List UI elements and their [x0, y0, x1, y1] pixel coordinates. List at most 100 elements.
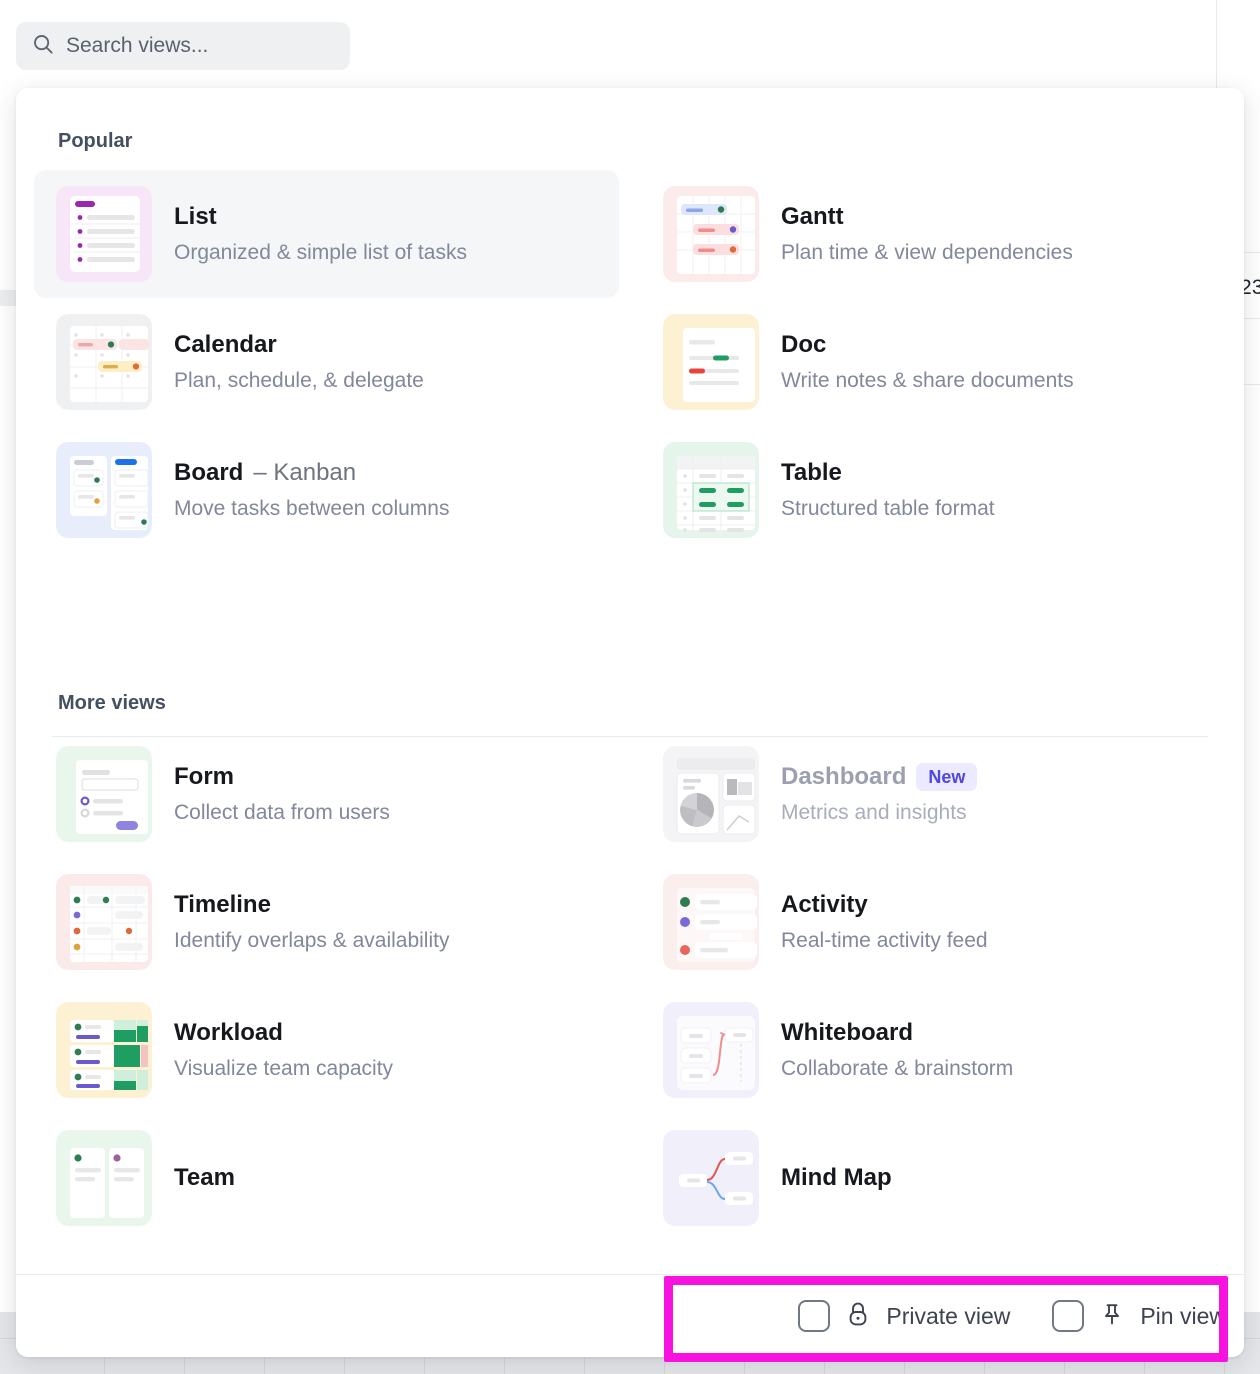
private-view-checkbox[interactable]: [798, 1300, 830, 1332]
view-option-title-text: Table: [781, 458, 842, 488]
view-option-description: Move tasks between columns: [174, 495, 449, 522]
gantt-thumbnail-icon: [663, 186, 759, 282]
view-option-description: Structured table format: [781, 495, 995, 522]
view-option-description: Plan, schedule, & delegate: [174, 367, 424, 394]
popular-views-grid: List Organized & simple list of tasks Gan…: [34, 170, 1226, 554]
view-option-title-text: Activity: [781, 890, 868, 920]
search-views-field[interactable]: [16, 22, 350, 70]
view-option-title: Mind Map: [781, 1163, 892, 1193]
pin-view-checkbox[interactable]: [1052, 1300, 1084, 1332]
activity-thumbnail-icon: [663, 874, 759, 970]
search-icon: [32, 33, 54, 60]
view-option-board[interactable]: Board – Kanban Move tasks between columns: [34, 426, 619, 554]
dashboard-thumbnail-icon: [663, 746, 759, 842]
view-option-text: Table Structured table format: [781, 458, 995, 522]
popover-footer: Private view Pin view: [16, 1274, 1244, 1357]
view-option-timeline[interactable]: Timeline Identify overlaps & availability: [34, 858, 619, 986]
view-option-workload[interactable]: Workload Visualize team capacity: [34, 986, 619, 1114]
view-option-team[interactable]: Team: [34, 1114, 619, 1242]
view-option-title-text: Calendar: [174, 330, 277, 360]
view-option-description: Organized & simple list of tasks: [174, 239, 467, 266]
view-option-title-suffix: – Kanban: [253, 458, 356, 488]
view-option-text: Gantt Plan time & view dependencies: [781, 202, 1073, 266]
new-badge: New: [916, 763, 977, 791]
view-option-title: Table: [781, 458, 995, 488]
view-option-title-text: Team: [174, 1163, 235, 1193]
board-thumbnail-icon: [56, 442, 152, 538]
view-option-description: Collaborate & brainstorm: [781, 1055, 1013, 1082]
view-option-title: Gantt: [781, 202, 1073, 232]
view-option-title-text: Board: [174, 458, 243, 488]
view-option-title-text: Doc: [781, 330, 826, 360]
calendar-thumbnail-icon: [56, 314, 152, 410]
view-option-text: Mind Map: [781, 1163, 892, 1193]
view-option-title: List: [174, 202, 467, 232]
view-option-text: Doc Write notes & share documents: [781, 330, 1074, 394]
view-option-description: Real-time activity feed: [781, 927, 988, 954]
view-option-title: Calendar: [174, 330, 424, 360]
more-views-section-title: More views: [58, 692, 166, 715]
view-option-calendar[interactable]: Calendar Plan, schedule, & delegate: [34, 298, 619, 426]
view-option-title: Doc: [781, 330, 1074, 360]
view-option-gantt[interactable]: Gantt Plan time & view dependencies: [641, 170, 1226, 298]
view-option-text: Board – Kanban Move tasks between columns: [174, 458, 449, 522]
pin-view-toggle[interactable]: Pin view: [1052, 1300, 1226, 1332]
view-option-title: Dashboard New: [781, 762, 977, 792]
view-option-title: Form: [174, 762, 390, 792]
view-option-text: List Organized & simple list of tasks: [174, 202, 467, 266]
view-option-doc[interactable]: Doc Write notes & share documents: [641, 298, 1226, 426]
view-option-title: Activity: [781, 890, 988, 920]
search-input[interactable]: [66, 34, 334, 58]
view-option-title: Workload: [174, 1018, 393, 1048]
view-option-dashboard: Dashboard New Metrics and insights: [641, 730, 1226, 858]
view-option-description: Plan time & view dependencies: [781, 239, 1073, 266]
view-option-title-text: Form: [174, 762, 234, 792]
view-option-title-text: List: [174, 202, 217, 232]
timeline-thumbnail-icon: [56, 874, 152, 970]
view-option-title-text: Dashboard: [781, 762, 906, 792]
view-option-title-text: Timeline: [174, 890, 271, 920]
form-thumbnail-icon: [56, 746, 152, 842]
view-option-description: Metrics and insights: [781, 799, 977, 826]
view-option-title: Board – Kanban: [174, 458, 449, 488]
view-option-form[interactable]: Form Collect data from users: [34, 730, 619, 858]
view-option-text: Activity Real-time activity feed: [781, 890, 988, 954]
private-view-toggle[interactable]: Private view: [798, 1300, 1010, 1332]
view-option-list[interactable]: List Organized & simple list of tasks: [34, 170, 619, 298]
view-option-title: Team: [174, 1163, 235, 1193]
view-option-text: Workload Visualize team capacity: [174, 1018, 393, 1082]
mindmap-thumbnail-icon: [663, 1130, 759, 1226]
pin-icon: [1100, 1301, 1124, 1332]
view-option-text: Whiteboard Collaborate & brainstorm: [781, 1018, 1013, 1082]
view-option-text: Form Collect data from users: [174, 762, 390, 826]
team-thumbnail-icon: [56, 1130, 152, 1226]
more-views-grid: Form Collect data from users Dashboard New…: [34, 730, 1226, 1242]
view-option-title-text: Gantt: [781, 202, 844, 232]
view-option-whiteboard[interactable]: Whiteboard Collaborate & brainstorm: [641, 986, 1226, 1114]
view-option-title-text: Whiteboard: [781, 1018, 913, 1048]
view-option-table[interactable]: Table Structured table format: [641, 426, 1226, 554]
table-thumbnail-icon: [663, 442, 759, 538]
view-option-mind-map[interactable]: Mind Map: [641, 1114, 1226, 1242]
popular-section-title: Popular: [58, 130, 132, 153]
view-option-text: Dashboard New Metrics and insights: [781, 762, 977, 826]
view-option-description: Identify overlaps & availability: [174, 927, 449, 954]
view-option-activity[interactable]: Activity Real-time activity feed: [641, 858, 1226, 986]
view-option-description: Visualize team capacity: [174, 1055, 393, 1082]
view-option-title-text: Workload: [174, 1018, 283, 1048]
workload-thumbnail-icon: [56, 1002, 152, 1098]
view-option-description: Write notes & share documents: [781, 367, 1074, 394]
view-option-text: Timeline Identify overlaps & availability: [174, 890, 449, 954]
view-option-text: Team: [174, 1163, 235, 1193]
whiteboard-thumbnail-icon: [663, 1002, 759, 1098]
view-option-title-text: Mind Map: [781, 1163, 892, 1193]
list-thumbnail-icon: [56, 186, 152, 282]
pin-view-label: Pin view: [1140, 1303, 1226, 1330]
lock-icon: [846, 1301, 870, 1332]
private-view-label: Private view: [886, 1303, 1010, 1330]
screen-root: 23: [0, 0, 1260, 1374]
view-picker-popover: Popular List Organized & simple list of t…: [16, 88, 1244, 1357]
view-option-description: Collect data from users: [174, 799, 390, 826]
doc-thumbnail-icon: [663, 314, 759, 410]
view-option-title: Timeline: [174, 890, 449, 920]
